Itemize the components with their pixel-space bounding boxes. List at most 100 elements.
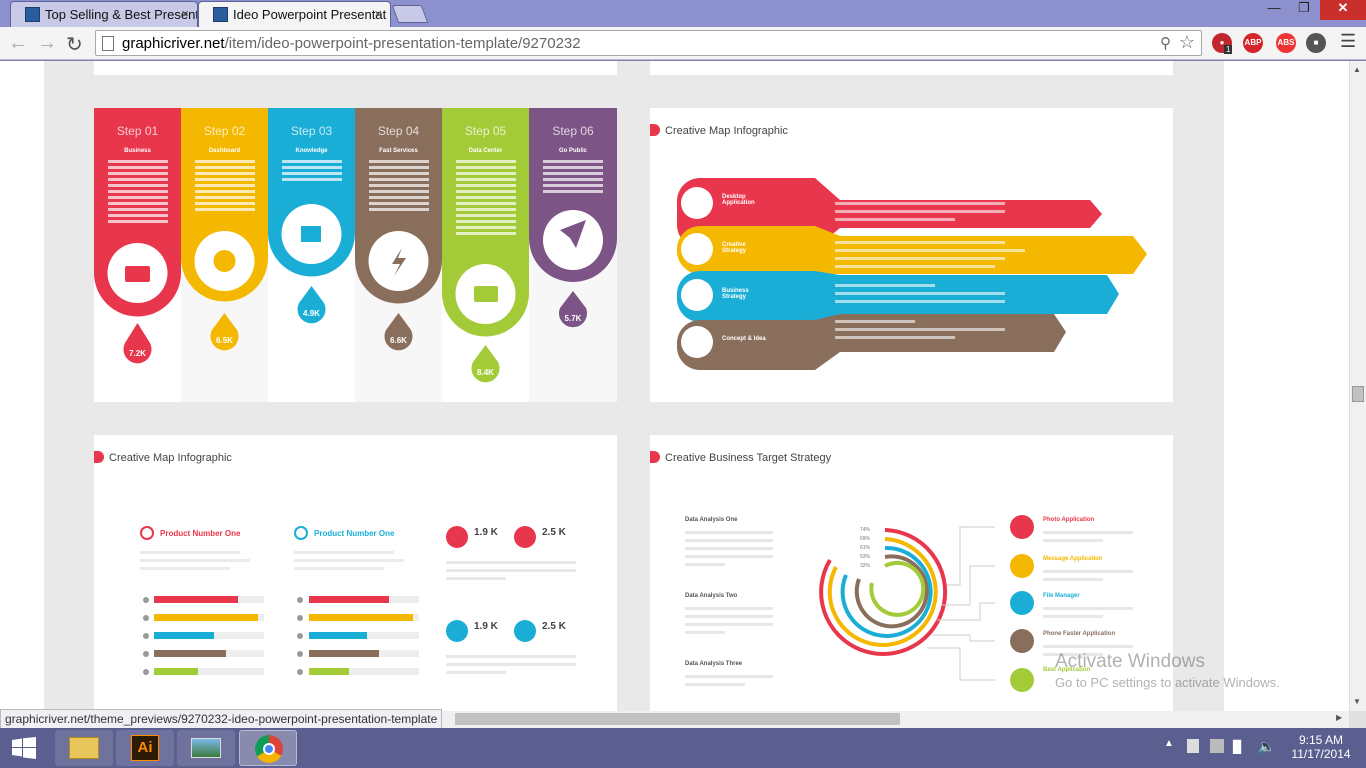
start-button[interactable] (12, 737, 36, 759)
vertical-scrollbar[interactable]: ▲ ▼ (1349, 61, 1366, 711)
adblock-plus-icon[interactable]: ABP (1243, 33, 1263, 53)
step-value: 8.4K (477, 368, 494, 377)
step-label: Step 05 (464, 124, 507, 138)
taskbar-photos[interactable] (177, 730, 235, 766)
step-value: 6.5K (216, 336, 233, 345)
wifi-signal-icon[interactable]: ▉ (1233, 740, 1242, 754)
show-hidden-icons[interactable]: ▲ (1164, 738, 1174, 749)
slide-steps[interactable]: Step 01 Step 02 Step 03 Step 04 Step 05 … (94, 108, 617, 402)
folder-icon (69, 737, 99, 759)
flag-icon[interactable] (1187, 739, 1199, 753)
abs-extension-icon[interactable]: ABS (1276, 33, 1296, 53)
arrow-label: Creative Strategy (722, 242, 747, 254)
windows-taskbar: Ai ▲ ▉ 🔈 9:15 AM 11/17/2014 (0, 728, 1366, 768)
arrow-label: Business Strategy (722, 288, 749, 300)
maximize-button[interactable]: ❐ (1290, 0, 1318, 20)
clock-date: 11/17/2014 (1291, 747, 1351, 761)
windows-logo-icon (12, 737, 36, 759)
step-label: Step 06 (552, 124, 594, 138)
photo-viewer-icon (191, 738, 221, 758)
tab-close-icon[interactable]: × (374, 6, 382, 21)
app-label: Photo Application (1043, 517, 1095, 523)
network-error-icon[interactable] (1210, 739, 1224, 753)
ring-percent: 61% (860, 545, 871, 551)
step-title: Business (124, 148, 151, 154)
slide-creative-map[interactable]: Creative Map Infographic Desktop Applica… (650, 108, 1173, 402)
clock-time: 9:15 AM (1298, 733, 1344, 747)
step-label: Step 03 (290, 124, 333, 138)
ring-percent: 32% (860, 563, 871, 569)
slide-creative-map-products[interactable]: Creative Map Infographic Product Number … (94, 435, 617, 711)
scrollbar-corner (1349, 711, 1366, 728)
ring-percent: 69% (860, 536, 871, 542)
address-bar[interactable]: graphicriver.net/item/ideo-powerpoint-pr… (95, 30, 1202, 56)
app-label: Message Application (1043, 556, 1103, 562)
page-viewport: Step 01 Step 02 Step 03 Step 04 Step 05 … (0, 61, 1349, 711)
step-label: Step 02 (203, 124, 246, 138)
scroll-up-icon[interactable]: ▲ (1353, 65, 1361, 74)
taskbar-illustrator[interactable]: Ai (116, 730, 174, 766)
minimize-button[interactable]: — (1260, 0, 1288, 20)
page-icon (102, 36, 114, 51)
illustrator-icon: Ai (131, 735, 159, 761)
browser-toolbar: ← → ↻ graphicriver.net/item/ideo-powerpo… (0, 27, 1366, 60)
tab-ideo-powerpoint[interactable]: Ideo Powerpoint Presentat × (198, 1, 391, 27)
app-label: File Manager (1043, 593, 1080, 599)
tab-title: Ideo Powerpoint Presentat (233, 7, 387, 22)
scroll-right-icon[interactable]: ▶ (1336, 713, 1342, 722)
evernote-icon[interactable]: ■ (1306, 33, 1326, 53)
extension-badge: 1 (1224, 45, 1233, 54)
step-value: 6.6K (390, 336, 407, 345)
stat-value: 2.5 K (542, 527, 566, 538)
ring-percent: 74% (860, 527, 871, 533)
chrome-icon (255, 735, 283, 763)
menu-icon[interactable]: ☰ (1340, 31, 1356, 52)
watermark-title: Activate Windows (1055, 651, 1205, 672)
step-title: Dashboard (208, 148, 241, 154)
forward-arrow-icon[interactable]: → (37, 32, 57, 55)
slide-preview[interactable] (650, 61, 1173, 75)
step-label: Step 04 (377, 124, 420, 138)
arrow-label: Desktop Application (722, 194, 755, 206)
status-bar: graphicriver.net/theme_previews/9270232-… (0, 709, 443, 729)
close-window-button[interactable]: ✕ (1320, 0, 1366, 20)
browser-titlebar: Top Selling & Best Present × Ideo Powerp… (0, 0, 1366, 27)
url-path: /item/ideo-powerpoint-presentation-templ… (224, 35, 581, 52)
taskbar-file-explorer[interactable] (55, 730, 113, 766)
new-tab-button[interactable] (391, 5, 429, 23)
scroll-thumb[interactable] (455, 713, 900, 725)
step-value: 7.2K (129, 349, 146, 358)
favicon-icon (213, 7, 228, 22)
activation-watermark: Activate Windows Go to PC settings to ac… (1055, 651, 1280, 690)
map-arrows (677, 178, 1147, 370)
zoom-icon[interactable]: ⚲ (1160, 34, 1171, 52)
app-label: Phone Faster Application (1043, 631, 1116, 637)
product-bars (140, 526, 576, 675)
step-title: Knowledge (295, 148, 328, 154)
slide-preview[interactable] (94, 61, 617, 75)
reload-icon[interactable]: ↻ (66, 32, 83, 57)
url-domain: graphicriver.net (122, 35, 225, 52)
step-title: Go Public (558, 148, 587, 154)
taskbar-chrome[interactable] (239, 730, 297, 766)
back-arrow-icon[interactable]: ← (8, 32, 28, 55)
tab-close-icon[interactable]: × (181, 6, 189, 21)
status-link: graphicriver.net/theme_previews/9270232-… (5, 712, 438, 726)
ring-percent: 53% (860, 554, 871, 560)
watermark-subtitle: Go to PC settings to activate Windows. (1055, 675, 1280, 690)
tab-top-selling[interactable]: Top Selling & Best Present × (10, 1, 198, 27)
favicon-icon (25, 7, 40, 22)
bookmark-star-icon[interactable]: ☆ (1179, 32, 1195, 53)
volume-icon[interactable]: 🔈 (1258, 738, 1275, 755)
system-clock[interactable]: 9:15 AM 11/17/2014 (1285, 733, 1357, 761)
preview-gallery: Step 01 Step 02 Step 03 Step 04 Step 05 … (44, 61, 1224, 711)
stat-value: 1.9 K (474, 527, 498, 538)
tab-title: Top Selling & Best Present (45, 7, 198, 22)
stat-value: 1.9 K (474, 621, 498, 632)
scroll-thumb[interactable] (1352, 386, 1364, 402)
step-title: Data Center (468, 148, 503, 154)
step-title: Fast Services (379, 148, 418, 154)
step-label: Step 01 (116, 124, 159, 138)
scroll-down-icon[interactable]: ▼ (1353, 697, 1361, 706)
step-value: 5.7K (564, 314, 582, 323)
